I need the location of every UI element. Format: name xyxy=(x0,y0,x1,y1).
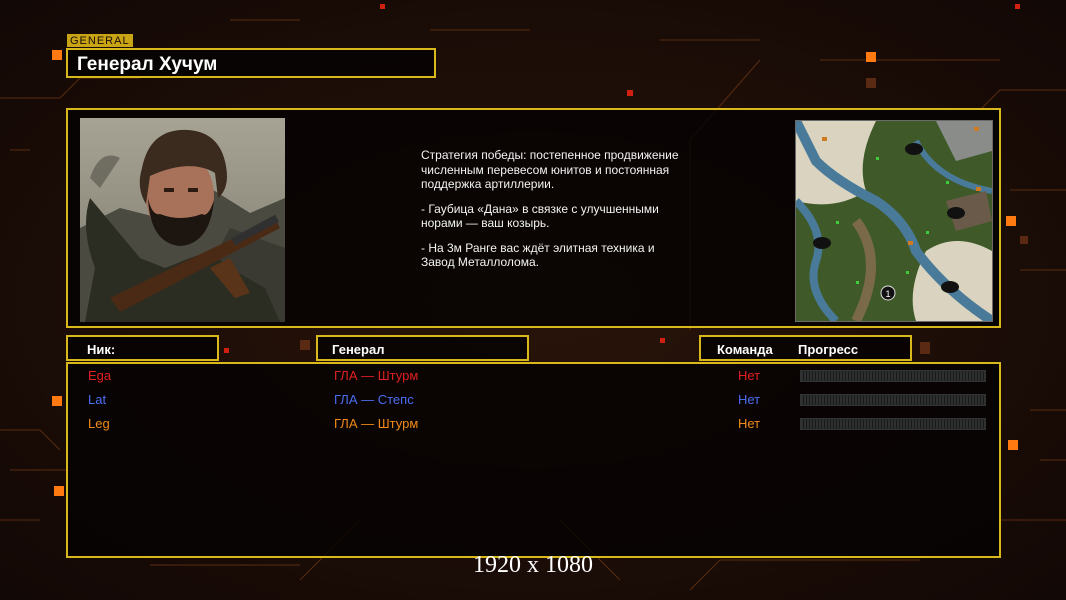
description-line: - Гаубица «Дана» в связке с улучшенными … xyxy=(421,201,659,231)
general-tag: GENERAL xyxy=(67,34,133,47)
progress-bar xyxy=(800,418,986,430)
general-portrait xyxy=(80,118,285,322)
resolution-caption: 1920 x 1080 xyxy=(473,552,593,578)
nick-header-label: Ник: xyxy=(87,342,116,357)
player-row[interactable]: Lat ГЛА — Степс Нет xyxy=(88,392,988,410)
player-team[interactable]: Нет xyxy=(738,392,760,407)
description-line: - На 3м Ранге вас ждёт элитная техника и… xyxy=(421,240,655,270)
progress-bar xyxy=(800,394,986,406)
general-title: Генерал Хучум xyxy=(77,54,218,75)
players-panel: Ega ГЛА — Штурм Нет Lat ГЛА — Степс Нет … xyxy=(66,362,1001,558)
strategy-description: Стратегия победы: постепенное продвижени… xyxy=(421,148,686,280)
title-box: Генерал Хучум xyxy=(66,48,436,78)
player-nick: Leg xyxy=(88,416,110,431)
player-general[interactable]: ГЛА — Степс xyxy=(334,392,414,407)
player-general[interactable]: ГЛА — Штурм xyxy=(334,368,418,383)
minimap-start-marker: 1 xyxy=(885,289,890,299)
player-team[interactable]: Нет xyxy=(738,368,760,383)
general-header-label: Генерал xyxy=(332,342,385,357)
player-general[interactable]: ГЛА — Штурм xyxy=(334,416,418,431)
nick-column-header: Ник: xyxy=(66,335,219,361)
player-team[interactable]: Нет xyxy=(738,416,760,431)
progress-header-label: Прогресс xyxy=(798,342,859,357)
player-row[interactable]: Leg ГЛА — Штурм Нет xyxy=(88,416,988,434)
description-line: Стратегия победы: постепенное продвижени… xyxy=(421,148,679,191)
info-panel: Стратегия победы: постепенное продвижени… xyxy=(66,108,1001,328)
team-header-label: Команда xyxy=(717,342,773,357)
progress-bar xyxy=(800,370,986,382)
general-column-header: Генерал xyxy=(316,335,529,361)
player-nick: Ega xyxy=(88,368,112,383)
player-row[interactable]: Ega ГЛА — Штурм Нет xyxy=(88,368,988,386)
player-nick: Lat xyxy=(88,392,107,407)
team-progress-column-header: Команда Прогресс xyxy=(699,335,912,361)
minimap[interactable]: 1 xyxy=(795,120,993,322)
